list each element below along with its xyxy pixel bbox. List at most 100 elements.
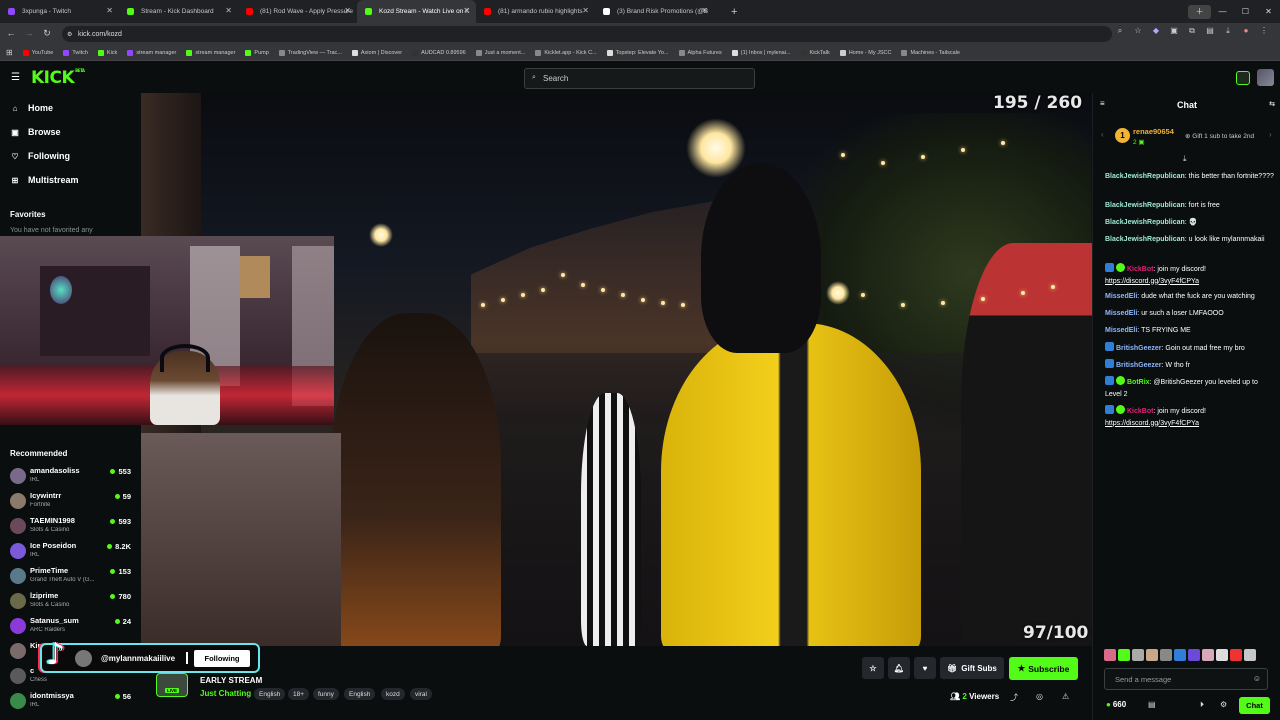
chat-settings-icon[interactable]: ⇆ [1269,100,1275,108]
tab-close-icon[interactable]: ✕ [344,6,351,15]
tab-close-icon[interactable]: ✕ [106,6,113,15]
bookmark-item[interactable]: Home - My JSCC [839,49,891,56]
extension-icon[interactable]: ▣ [1168,26,1180,36]
bookmark-item[interactable]: TradingView — Trac... [278,49,342,56]
tab-close-icon[interactable]: ✕ [463,6,470,15]
browser-tab[interactable]: (81) armando rubio highlights ✕ [476,0,595,23]
chat-username[interactable]: BlackJewishRepublican [1105,202,1185,209]
stream-tag[interactable]: funny [313,688,339,700]
sidebar-icon[interactable]: ▤ [1204,26,1216,36]
new-tab-button[interactable]: + [731,6,737,18]
emote-icon[interactable] [1244,649,1256,661]
chat-settings-gear-icon[interactable]: ⚙ [1220,700,1227,709]
sidebar-item-following[interactable]: ♡ Following [10,151,70,161]
pause-chat-icon[interactable]: ⤓ [1183,154,1187,164]
report-icon[interactable]: ⚠ [1062,692,1069,701]
gift-prompt[interactable]: ⊕ Gift 1 sub to take 2nd [1185,132,1254,140]
menu-icon[interactable]: ⋮ [1258,26,1270,36]
forward-icon[interactable]: → [20,28,38,38]
recommended-channel[interactable]: lziprime Slots & Casino 780 [10,591,135,614]
predictions-icon[interactable]: ▤ [1148,700,1156,709]
browser-tab[interactable]: (3) Brand Risk Promotions (@B ✕ [595,0,714,23]
search-input[interactable]: ⌕ Search [524,68,755,89]
recommended-channel[interactable]: TAEMIN1998 Slots & Casino 593 [10,516,135,539]
tiktok-following-button[interactable]: Following [194,650,250,667]
chevron-right-icon[interactable]: › [1269,130,1272,139]
chat-username[interactable]: BlackJewishRepublican [1105,219,1185,226]
emote-icon[interactable] [1230,649,1242,661]
kick-logo[interactable]: KICKBETA [31,68,85,88]
bookmark-item[interactable]: stream manager [127,49,176,56]
creator-dashboard-button[interactable] [1236,71,1250,85]
user-avatar[interactable] [1257,69,1274,86]
bookmark-item[interactable]: (1) Inbox | mylenai... [731,49,791,56]
chat-username[interactable]: BlackJewishRepublican [1105,236,1185,243]
emoji-icon[interactable]: ☺ [1253,674,1261,683]
bookmark-item[interactable]: Alpha Futures [678,49,722,56]
recommended-channel[interactable]: idontmissya IRL 56 [10,691,135,714]
bookmark-item[interactable]: Axiom | Discover [351,49,402,56]
emote-icon[interactable] [1132,649,1144,661]
tab-close-icon[interactable]: ✕ [225,6,232,15]
collapse-chat-icon[interactable]: ≡ [1100,99,1105,108]
tab-close-icon[interactable]: ✕ [582,6,589,15]
bookmark-item[interactable]: Just a moment... [475,49,525,56]
apps-icon[interactable]: ⊞ [6,48,13,57]
profile-avatar[interactable]: ● [1240,26,1252,36]
site-info-icon[interactable]: ⚙ [67,31,72,38]
browser-tab[interactable]: Stream - Kick Dashboard ✕ [119,0,238,23]
browser-tab[interactable]: (81) Rod Wave - Apply Pressure ✕ [238,0,357,23]
favorite-star-button[interactable]: ☆ [862,657,884,679]
emote-icon[interactable] [1202,649,1214,661]
bookmark-item[interactable]: Kick [97,49,117,56]
close-window-icon[interactable]: ✕ [1257,7,1280,16]
minimize-icon[interactable]: — [1211,7,1234,16]
bookmark-item[interactable]: Machines - Tailscale [901,49,960,56]
stream-tag[interactable]: English [254,688,286,700]
chat-username[interactable]: BritishGeezer [1116,345,1162,352]
recommended-channel[interactable]: Satanus_sum ARC Raiders 24 [10,616,135,639]
extension-icon[interactable]: ◆ [1150,26,1162,36]
stream-tag[interactable]: 18+ [288,688,310,700]
bookmark-item[interactable]: YouTube [22,49,53,56]
emote-icon[interactable] [1174,649,1186,661]
bookmark-item[interactable]: Pump [245,49,269,56]
hamburger-menu-icon[interactable]: ☰ [11,72,20,83]
chat-username[interactable]: BotRix [1127,379,1150,386]
emote-icon[interactable] [1118,649,1130,661]
stream-category[interactable]: Just Chatting [200,689,251,698]
bookmark-item[interactable]: AUDCAD 0.89596 [412,49,466,56]
share-icon[interactable]: ⤴ [1010,692,1018,703]
emote-icon[interactable] [1146,649,1158,661]
sidebar-item-home[interactable]: ⌂ Home [10,103,53,113]
chat-link[interactable]: https://discord.gg/3vyF4fCPYa [1105,420,1199,427]
recommended-channel[interactable]: Ice Poseidon IRL 8.2K [10,541,135,564]
chat-username[interactable]: MissedEli [1105,327,1137,334]
download-icon[interactable]: ⤓ [1222,26,1234,36]
channel-points[interactable]: ● 660 [1106,700,1126,709]
chat-message-input[interactable]: Send a message ☺ [1104,668,1268,690]
back-icon[interactable]: ← [2,28,20,38]
recommended-channel[interactable]: Icywintrr Fortnite 59 [10,491,135,514]
recommended-channel[interactable]: amandasoliss IRL 553 [10,466,135,489]
notification-bell-button[interactable]: 🔔︎ [888,657,910,679]
chat-username[interactable]: BritishGeezer [1116,362,1162,369]
sidebar-item-multistream[interactable]: ⊞ Multistream [10,175,79,185]
tab-search-icon[interactable]: ＋ [1188,4,1211,19]
stream-tag[interactable]: English [344,688,376,700]
chat-username[interactable]: MissedEli [1105,310,1137,317]
chat-username[interactable]: BlackJewishRepublican [1105,173,1185,180]
browser-tab[interactable]: 3xpunga - Twitch ✕ [0,0,119,23]
stream-tag[interactable]: kozd [381,688,405,700]
chat-link[interactable]: https://discord.gg/3vyF4fCPYa [1105,278,1199,285]
send-chat-button[interactable]: Chat [1239,697,1270,714]
bookmark-item[interactable]: Kicklet.app - Kick C... [535,49,597,56]
recommended-channel[interactable]: PrimeTime Grand Theft Auto V (G... 153 [10,566,135,589]
bookmark-item[interactable]: Topstep: Elevate Yo... [606,49,669,56]
bookmark-star-icon[interactable]: ☆ [1132,26,1144,36]
subscribe-button[interactable]: ★ Subscribe [1009,657,1078,680]
bookmark-item[interactable]: Twitch [63,49,88,56]
sidebar-item-browse[interactable]: ▣ Browse [10,127,60,137]
extensions-puzzle-icon[interactable]: ⧉ [1186,26,1198,36]
chevron-left-icon[interactable]: ‹ [1101,130,1104,139]
